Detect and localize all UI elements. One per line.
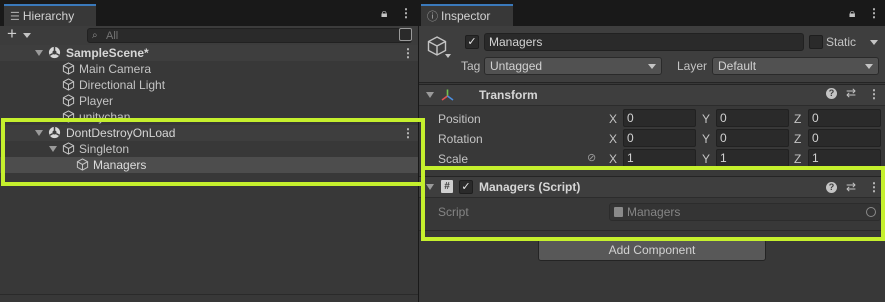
hierarchy-toolbar: + ⌕ [0, 24, 418, 47]
highlight-box-dontdestroyonload [1, 118, 425, 186]
object-name-field[interactable]: Managers [484, 33, 804, 51]
axis-x-label: X [609, 112, 618, 126]
active-checkbox[interactable]: ✓ [465, 35, 479, 49]
tree-label: Player [79, 94, 114, 108]
transform-icon [441, 89, 454, 101]
create-button[interactable]: + [7, 24, 17, 44]
axis-z-label: Z [794, 132, 802, 146]
axis-y-label: Y [702, 112, 711, 126]
chevron-down-icon [648, 64, 656, 69]
tag-value: Untagged [490, 59, 543, 73]
inspector-tab-label: Inspector [441, 9, 491, 23]
chevron-down-icon[interactable] [23, 33, 31, 38]
gameobject-icon [62, 62, 75, 75]
position-x-field[interactable]: 0 [623, 109, 696, 127]
lock-icon[interactable]: 🔒︎ [849, 6, 855, 21]
scale-z-field[interactable]: 1 [808, 149, 881, 167]
scale-x-field[interactable]: 1 [623, 149, 696, 167]
constrain-proportions-icon[interactable]: ⊘ [587, 151, 596, 164]
expand-arrow-icon[interactable] [35, 50, 43, 56]
layer-label: Layer [677, 59, 708, 73]
help-icon[interactable]: ? [826, 88, 837, 99]
info-icon: ⓘ [427, 11, 438, 23]
object-header: ✓ Managers Static Tag Untagged Layer Def… [419, 26, 885, 83]
tag-label: Tag [461, 59, 481, 73]
lock-icon[interactable]: 🔒︎ [381, 6, 387, 21]
transform-header[interactable]: Transform ? ⇄ ⋮ [419, 84, 885, 106]
static-checkbox[interactable] [809, 35, 823, 49]
rotation-z-field[interactable]: 0 [808, 129, 881, 147]
tree-row-main-camera[interactable]: Main Camera [0, 61, 418, 77]
unity-scene-icon [48, 46, 61, 59]
tag-dropdown[interactable]: Untagged [484, 57, 662, 75]
hierarchy-bottom-divider [0, 294, 418, 295]
position-label: Position [438, 112, 481, 126]
hierarchy-tabstrip: ☰ Hierarchy 🔒︎ ⋮ [0, 0, 418, 26]
axis-x-label: X [609, 132, 618, 146]
axis-y-label: Y [702, 152, 711, 166]
add-component-button[interactable]: Add Component [538, 239, 766, 261]
more-menu-icon[interactable]: ⋮ [868, 87, 880, 101]
scale-label: Scale [438, 152, 469, 166]
rotation-y-field[interactable]: 0 [716, 129, 789, 147]
tree-row-scene[interactable]: SampleScene* ⋮ [0, 45, 418, 61]
search-input[interactable] [106, 29, 386, 42]
inspector-tabstrip: ⓘ Inspector 🔒︎ ⋮ [419, 0, 885, 26]
tree-label: Directional Light [79, 78, 166, 92]
inspector-panel: ⓘ Inspector 🔒︎ ⋮ ✓ Managers Static Tag Un… [419, 0, 885, 302]
preset-icon[interactable]: ⇄ [846, 86, 856, 100]
tree-label: Main Camera [79, 62, 152, 76]
rotation-label: Rotation [438, 132, 483, 146]
transform-title: Transform [479, 88, 538, 102]
transform-body: Position X 0 Y 0 Z 0 Rotation X 0 Y 0 Z … [419, 106, 885, 168]
hierarchy-search[interactable]: ⌕ [87, 28, 412, 43]
axis-y-label: Y [702, 132, 711, 146]
more-menu-icon[interactable]: ⋮ [402, 45, 414, 61]
axis-z-label: Z [794, 152, 802, 166]
scale-y-field[interactable]: 1 [716, 149, 789, 167]
list-icon: ☰ [10, 11, 20, 23]
collapse-arrow-icon[interactable] [426, 92, 434, 98]
scene-visibility-icon[interactable] [399, 28, 412, 41]
more-menu-icon[interactable]: ⋮ [400, 6, 412, 20]
tree-row-directional-light[interactable]: Directional Light [0, 77, 418, 93]
axis-x-label: X [609, 152, 618, 166]
axis-z-label: Z [794, 112, 802, 126]
rotation-x-field[interactable]: 0 [623, 129, 696, 147]
chevron-down-icon[interactable] [445, 54, 451, 58]
layer-value: Default [718, 59, 757, 73]
position-z-field[interactable]: 0 [808, 109, 881, 127]
tree-row-player[interactable]: Player [0, 93, 418, 109]
gameobject-icon [62, 94, 75, 107]
chevron-down-icon [865, 64, 873, 69]
more-menu-icon[interactable]: ⋮ [868, 6, 880, 20]
static-label: Static [826, 35, 857, 49]
position-y-field[interactable]: 0 [716, 109, 789, 127]
tab-hierarchy[interactable]: ☰ Hierarchy [4, 4, 96, 26]
hierarchy-tab-label: Hierarchy [22, 9, 75, 23]
tab-inspector[interactable]: ⓘ Inspector [421, 4, 513, 26]
chevron-down-icon[interactable] [870, 40, 878, 45]
highlight-box-script-component [421, 166, 885, 241]
gameobject-icon [62, 78, 75, 91]
layer-dropdown[interactable]: Default [712, 57, 879, 75]
tree-label: SampleScene* [66, 46, 149, 60]
search-icon: ⌕ [92, 30, 98, 41]
